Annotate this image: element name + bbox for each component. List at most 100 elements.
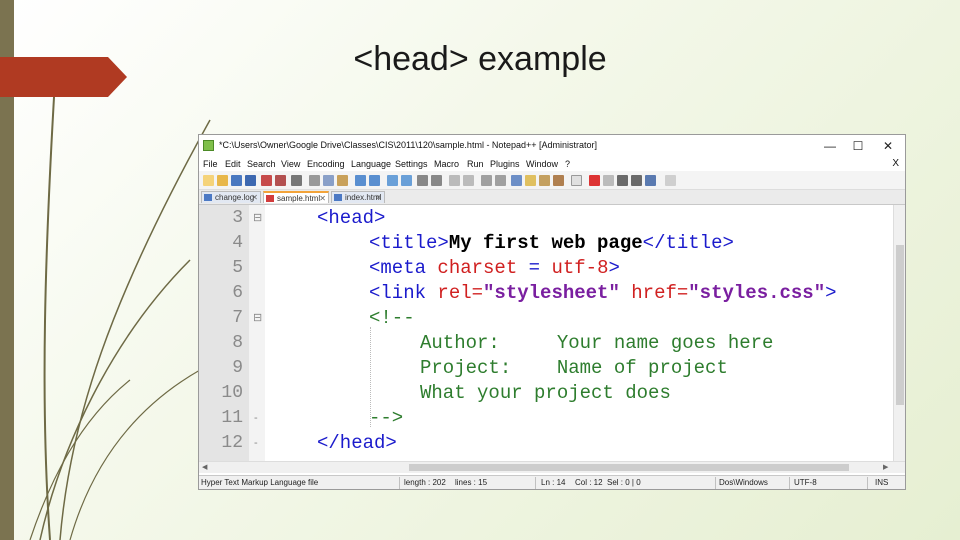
maximize-button[interactable]: ☐	[847, 137, 869, 155]
toolbar	[199, 171, 905, 190]
indent-guide-icon[interactable]	[511, 175, 522, 186]
menu-bar: File Edit Search View Encoding Language …	[199, 157, 905, 171]
code-token: <title>	[369, 232, 449, 254]
close-button[interactable]: ✕	[877, 137, 899, 155]
vertical-scroll-thumb[interactable]	[896, 245, 904, 405]
sync-vertical-icon[interactable]	[449, 175, 460, 186]
file-icon	[204, 194, 212, 201]
menu-help[interactable]: ?	[565, 159, 570, 169]
cut-icon[interactable]	[309, 175, 320, 186]
zoom-in-icon[interactable]	[417, 175, 428, 186]
horizontal-scrollbar[interactable]: ◀ ▶	[199, 461, 905, 473]
fold-collapse-icon[interactable]: ⊟	[253, 312, 262, 324]
menu-search[interactable]: Search	[247, 159, 276, 169]
menu-encoding[interactable]: Encoding	[307, 159, 345, 169]
tab-close-icon[interactable]: ✕	[375, 192, 382, 203]
menu-run[interactable]: Run	[467, 159, 484, 169]
line-number: 9	[232, 358, 243, 378]
zoom-out-icon[interactable]	[431, 175, 442, 186]
fold-end-marker: -	[254, 412, 258, 424]
menu-view[interactable]: View	[281, 159, 300, 169]
menu-edit[interactable]: Edit	[225, 159, 241, 169]
copy-icon[interactable]	[323, 175, 334, 186]
window-title: *C:\Users\Owner\Google Drive\Classes\CIS…	[219, 140, 597, 150]
code-token: <head>	[317, 207, 386, 229]
save-macro-icon[interactable]	[645, 175, 656, 186]
minimize-button[interactable]: —	[819, 137, 841, 155]
tab-label: sample.html	[277, 194, 321, 203]
close-document-button[interactable]: X	[892, 158, 899, 169]
menu-macro[interactable]: Macro	[434, 159, 459, 169]
scroll-left-icon[interactable]: ◀	[202, 463, 207, 471]
function-list-icon[interactable]	[553, 175, 564, 186]
tab-bar: change.log ✕ sample.html ✕ index.html ✕	[199, 190, 905, 205]
sync-horizontal-icon[interactable]	[463, 175, 474, 186]
open-file-icon[interactable]	[217, 175, 228, 186]
file-icon	[334, 194, 342, 201]
status-filetype: Hyper Text Markup Language file	[201, 478, 319, 487]
scroll-right-icon[interactable]: ▶	[883, 463, 888, 471]
save-all-icon[interactable]	[245, 175, 256, 186]
paste-icon[interactable]	[337, 175, 348, 186]
notepadpp-app-icon	[203, 140, 214, 151]
status-divider	[715, 477, 716, 489]
stop-macro-icon[interactable]	[603, 175, 614, 186]
doc-map-icon[interactable]	[539, 175, 550, 186]
line-number: 12	[221, 433, 243, 453]
code-token: "styles.css"	[688, 282, 826, 304]
menu-language[interactable]: Language	[351, 159, 391, 169]
close-file-icon[interactable]	[261, 175, 272, 186]
folder-workspace-icon[interactable]	[571, 175, 582, 186]
status-col: Col : 12	[575, 478, 603, 487]
horizontal-scroll-thumb[interactable]	[409, 464, 849, 471]
code-line-4: <title>My first web page</title>	[369, 232, 734, 254]
code-editor[interactable]: 3 4 5 6 7 8 9 10 11 12 ⊟ ⊟ - - <head> <t…	[199, 205, 893, 461]
run-macro-multiple-icon[interactable]	[631, 175, 642, 186]
tab-change-log[interactable]: change.log ✕	[201, 191, 261, 203]
menu-window[interactable]: Window	[526, 159, 558, 169]
undo-icon[interactable]	[355, 175, 366, 186]
code-token: utf-8	[551, 257, 609, 279]
line-number-gutter: 3 4 5 6 7 8 9 10 11 12	[199, 205, 249, 461]
code-token: >	[825, 282, 837, 304]
status-divider	[535, 477, 536, 489]
tab-sample-html[interactable]: sample.html ✕	[263, 191, 329, 203]
status-sel: Sel : 0 | 0	[607, 478, 641, 487]
close-all-icon[interactable]	[275, 175, 286, 186]
status-bar: Hyper Text Markup Language file length :…	[199, 475, 905, 489]
new-file-icon[interactable]	[203, 175, 214, 186]
menu-plugins[interactable]: Plugins	[490, 159, 520, 169]
tab-close-icon[interactable]: ✕	[319, 193, 326, 204]
code-line-6: <link rel="stylesheet" href="styles.css"…	[369, 282, 837, 304]
code-line-10: What your project does	[420, 382, 671, 404]
code-token: rel=	[437, 282, 484, 304]
print-icon[interactable]	[291, 175, 302, 186]
code-line-7: <!--	[369, 307, 415, 329]
code-line-11: -->	[369, 407, 404, 429]
tab-index-html[interactable]: index.html ✕	[331, 191, 385, 203]
status-insert-mode: INS	[875, 478, 889, 487]
code-token: =	[517, 257, 552, 279]
save-icon[interactable]	[231, 175, 242, 186]
word-wrap-icon[interactable]	[481, 175, 492, 186]
toolbar-extra-icon[interactable]	[665, 175, 676, 186]
vertical-scrollbar[interactable]	[893, 205, 905, 461]
line-number: 8	[232, 333, 243, 353]
record-macro-icon[interactable]	[589, 175, 600, 186]
redo-icon[interactable]	[369, 175, 380, 186]
language-icon[interactable]	[525, 175, 536, 186]
tab-close-icon[interactable]: ✕	[251, 192, 258, 203]
menu-file[interactable]: File	[203, 159, 218, 169]
code-token: <link	[369, 282, 438, 304]
code-line-5: <meta charset = utf-8>	[369, 257, 620, 279]
code-line-3: <head>	[317, 207, 385, 229]
code-line-9: Project: Name of project	[420, 357, 728, 379]
unsaved-file-icon	[266, 195, 274, 202]
fold-collapse-icon[interactable]: ⊟	[253, 212, 262, 224]
play-macro-icon[interactable]	[617, 175, 628, 186]
replace-icon[interactable]	[401, 175, 412, 186]
show-all-chars-icon[interactable]	[495, 175, 506, 186]
find-icon[interactable]	[387, 175, 398, 186]
fold-end-marker: -	[254, 437, 258, 449]
menu-settings[interactable]: Settings	[395, 159, 428, 169]
